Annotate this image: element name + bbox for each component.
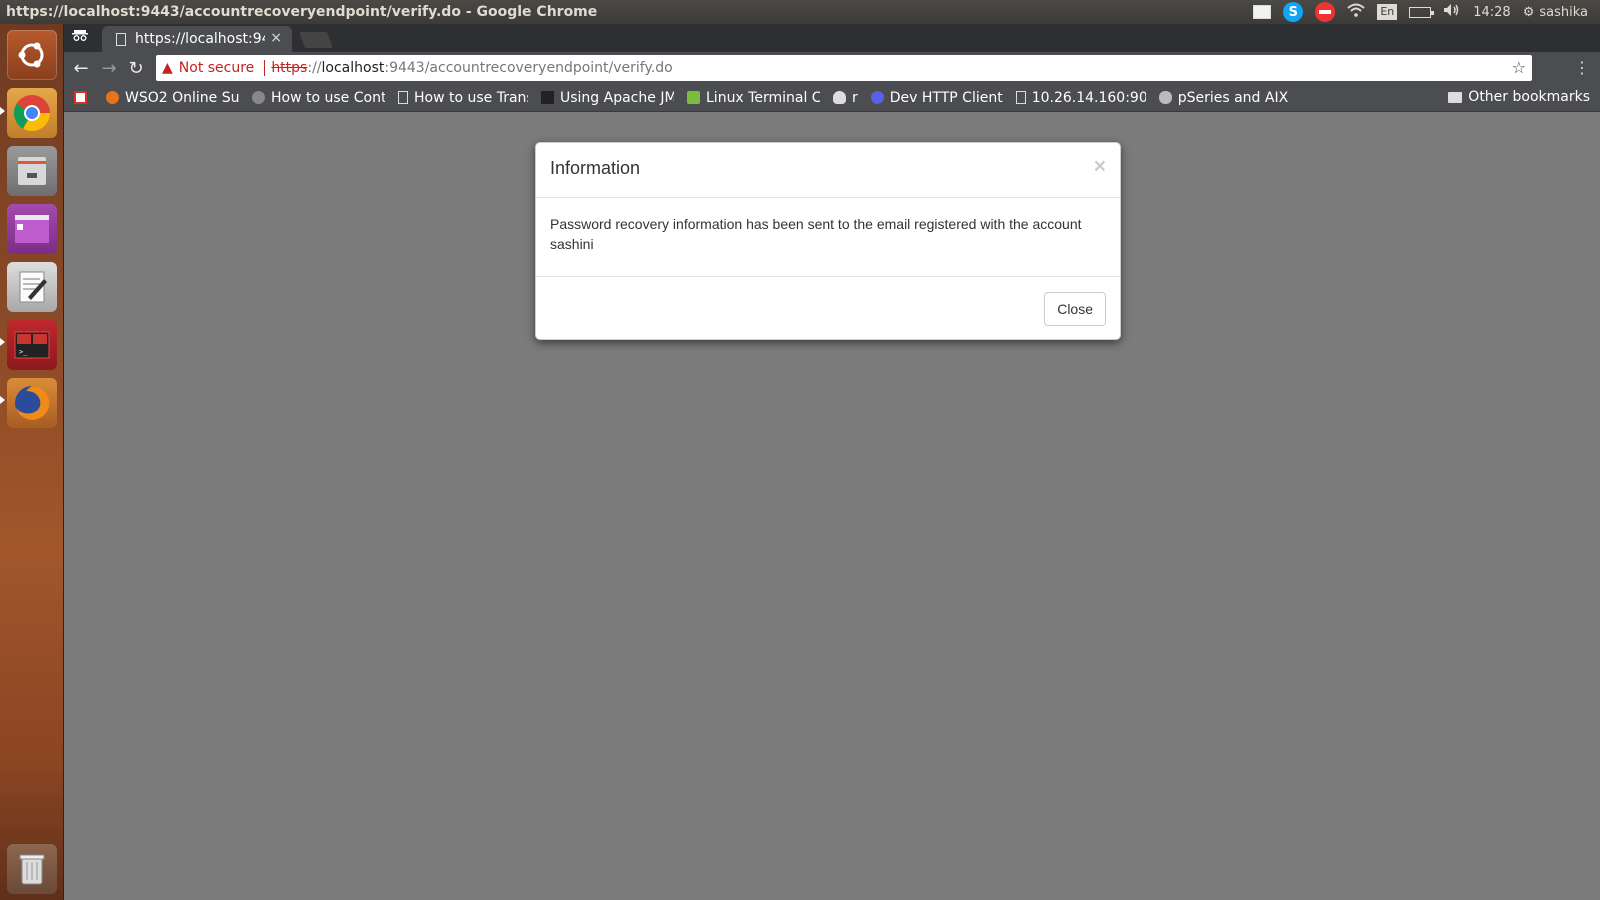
system-tray: S En 14:28 ⚙ sashika — [1247, 0, 1600, 24]
chrome-menu-icon[interactable]: ⋮ — [1574, 58, 1590, 77]
other-bookmarks-label: Other bookmarks — [1468, 89, 1590, 105]
bookmark-item[interactable]: WSO2 Online Sup — [106, 90, 239, 106]
keyboard-indicator[interactable]: En — [1371, 0, 1403, 24]
modal-header: Information × — [536, 143, 1120, 198]
address-bar[interactable]: ▲ Not secure https://localhost:9443/acco… — [156, 55, 1532, 81]
sound-indicator[interactable] — [1437, 0, 1467, 24]
trash-icon — [19, 854, 45, 885]
skype-icon: S — [1283, 2, 1304, 22]
skype-indicator[interactable]: S — [1277, 0, 1309, 24]
omnibox-divider — [264, 60, 266, 76]
bookmark-star-icon[interactable]: ☆ — [1512, 58, 1526, 77]
tab-title: https://localhost:9443/accountrecoveryen… — [135, 31, 265, 47]
mint-icon — [687, 91, 700, 104]
modal-body: Password recovery information has been s… — [536, 198, 1120, 277]
browser-toolbar: ← → ↻ ▲ Not secure https://localhost:944… — [64, 52, 1600, 84]
information-modal: Information × Password recovery informat… — [535, 142, 1121, 340]
warning-icon: ▲ — [162, 60, 173, 76]
bookmark-item[interactable]: r — [833, 90, 858, 106]
cloud-icon — [1158, 91, 1172, 104]
battery-indicator[interactable] — [1403, 0, 1437, 24]
chrome-icon — [13, 95, 51, 132]
wifi-icon — [1347, 3, 1365, 21]
window-app-icon — [15, 215, 49, 243]
forward-arrow-icon[interactable]: → — [98, 58, 120, 79]
folder-icon — [1448, 91, 1463, 103]
tab-close-icon[interactable]: × — [270, 30, 282, 46]
back-arrow-icon[interactable]: ← — [70, 58, 92, 79]
window-title: https://localhost:9443/accountrecoveryen… — [6, 4, 598, 20]
modal-message: Password recovery information has been s… — [550, 216, 1082, 232]
launcher-app-purple[interactable] — [7, 204, 57, 254]
battery-icon — [1409, 6, 1435, 18]
running-indicator — [0, 338, 5, 346]
launcher-files[interactable] — [7, 146, 57, 196]
status-indicator[interactable] — [1309, 0, 1341, 24]
security-status[interactable]: Not secure — [179, 60, 255, 76]
url-scheme: https — [271, 60, 308, 76]
bookmark-item[interactable]: Dev HTTP Client — [870, 90, 1003, 106]
url-path: :9443/accountrecoveryendpoint/verify.do — [384, 60, 673, 76]
reload-icon[interactable]: ↻ — [125, 58, 147, 79]
unity-launcher: >_ — [0, 24, 64, 900]
user-name: sashika — [1539, 4, 1588, 20]
svg-text:>_: >_ — [19, 348, 28, 356]
tux-icon — [833, 91, 846, 104]
page-viewport-backdrop[interactable]: Information × Password recovery informat… — [64, 112, 1600, 900]
session-menu[interactable]: ⚙ sashika — [1517, 0, 1594, 24]
gear-icon: ⚙ — [1522, 4, 1535, 20]
volume-icon — [1443, 3, 1461, 21]
modal-close-icon[interactable]: × — [1094, 155, 1106, 179]
bookmark-item[interactable]: 10.26.14.160:908 — [1015, 90, 1146, 106]
bookmark-item[interactable]: Linux Terminal C — [687, 90, 820, 106]
firefox-icon — [15, 385, 50, 420]
wso2-icon — [106, 91, 119, 104]
tab-active[interactable]: https://localhost:9443/accountrecoveryen… — [102, 26, 292, 52]
bookmarks-bar: WSO2 Online Sup How to use Cont How to u… — [64, 84, 1600, 112]
bookmark-item[interactable]: pSeries and AIX I — [1158, 90, 1292, 106]
launcher-text-editor[interactable] — [7, 262, 57, 312]
text-editor-icon — [19, 271, 47, 303]
bookmark-item[interactable]: How to use Trans — [398, 90, 528, 106]
ubuntu-logo-icon — [18, 42, 44, 68]
list-icon — [1253, 5, 1272, 19]
other-bookmarks[interactable]: Other bookmarks — [1448, 89, 1590, 105]
dev-client-icon — [870, 91, 884, 104]
url-separator: :// — [307, 60, 322, 76]
network-indicator[interactable] — [1341, 0, 1371, 24]
system-top-panel: https://localhost:9443/accountrecoveryen… — [0, 0, 1600, 24]
bookmark-item[interactable] — [74, 91, 93, 104]
bookmark-item[interactable]: How to use Cont — [252, 90, 385, 106]
bookmark-item[interactable]: Using Apache JM — [541, 90, 674, 106]
launcher-trash[interactable] — [7, 844, 57, 894]
new-tab-button[interactable] — [299, 32, 333, 48]
apache-icon — [541, 91, 554, 104]
launcher-firefox[interactable] — [7, 378, 57, 428]
chrome-window: https://localhost:9443/accountrecoveryen… — [64, 24, 1600, 900]
file-cabinet-icon — [18, 157, 46, 185]
modal-title: Information — [550, 158, 641, 178]
running-indicator — [0, 396, 5, 404]
close-button[interactable]: Close — [1044, 292, 1106, 326]
launcher-chrome[interactable] — [7, 88, 57, 138]
messaging-menu[interactable] — [1247, 0, 1277, 24]
tab-strip: https://localhost:9443/accountrecoveryen… — [64, 24, 1600, 52]
running-indicator — [0, 107, 5, 115]
url-host: localhost — [321, 60, 385, 76]
modal-account-name: sashini — [550, 236, 594, 252]
gmail-icon — [74, 91, 87, 104]
terminal-icon: >_ — [14, 331, 50, 359]
ubuntu-dash-button[interactable] — [7, 30, 57, 80]
incognito-icon — [72, 29, 88, 45]
do-not-disturb-icon — [1315, 2, 1336, 22]
keyboard-layout: En — [1377, 4, 1398, 20]
document-icon — [398, 91, 408, 104]
page-icon — [116, 32, 126, 46]
globe-icon — [252, 91, 265, 104]
modal-footer: Close — [536, 277, 1120, 339]
clock[interactable]: 14:28 — [1467, 0, 1516, 24]
launcher-terminal-app[interactable]: >_ — [7, 320, 57, 370]
document-icon — [1015, 91, 1026, 104]
